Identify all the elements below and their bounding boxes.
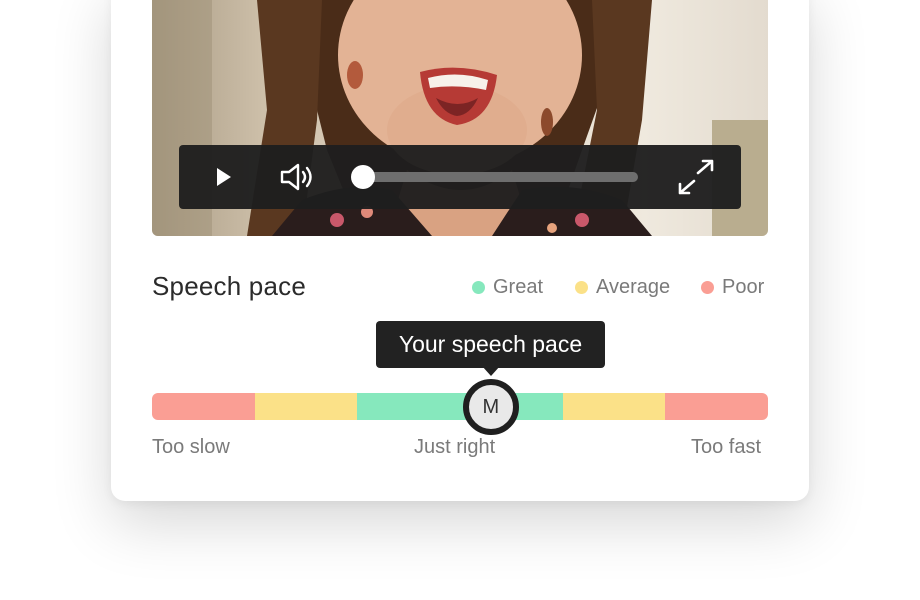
- fullscreen-icon[interactable]: [676, 159, 716, 195]
- seek-bar[interactable]: [361, 172, 638, 182]
- volume-icon[interactable]: [279, 162, 317, 192]
- tooltip-arrow: [482, 366, 500, 376]
- scale-label-too-fast: Too fast: [691, 436, 762, 458]
- legend-label-great: Great: [493, 275, 544, 298]
- pace-segment-fast: [562, 393, 666, 420]
- pace-segment-right-low: [357, 393, 461, 420]
- legend-dot-great: [472, 280, 485, 294]
- legend-average: Average: [575, 276, 670, 298]
- legend-great: Great: [472, 276, 543, 298]
- speech-pace-tooltip: Your speech pace: [376, 321, 605, 368]
- pace-marker: M: [462, 379, 519, 435]
- legend-label-poor: Poor: [722, 275, 765, 298]
- seek-thumb[interactable]: [351, 165, 375, 189]
- scale-label-just-right: Just right: [414, 436, 496, 458]
- legend-dot-poor: [701, 280, 714, 294]
- legend-poor: Poor: [701, 276, 764, 298]
- video-controls-bar: [179, 145, 741, 209]
- legend-label-average: Average: [596, 275, 671, 298]
- section-title: Speech pace: [152, 271, 306, 301]
- play-icon[interactable]: [213, 165, 235, 189]
- legend-dot-average: [575, 280, 588, 294]
- pace-scale-bar: [152, 393, 768, 420]
- scale-label-too-slow: Too slow: [152, 436, 230, 458]
- pace-segment-too-fast: [665, 393, 768, 420]
- pace-segment-slow: [254, 393, 358, 420]
- pace-segment-too-slow: [152, 393, 255, 420]
